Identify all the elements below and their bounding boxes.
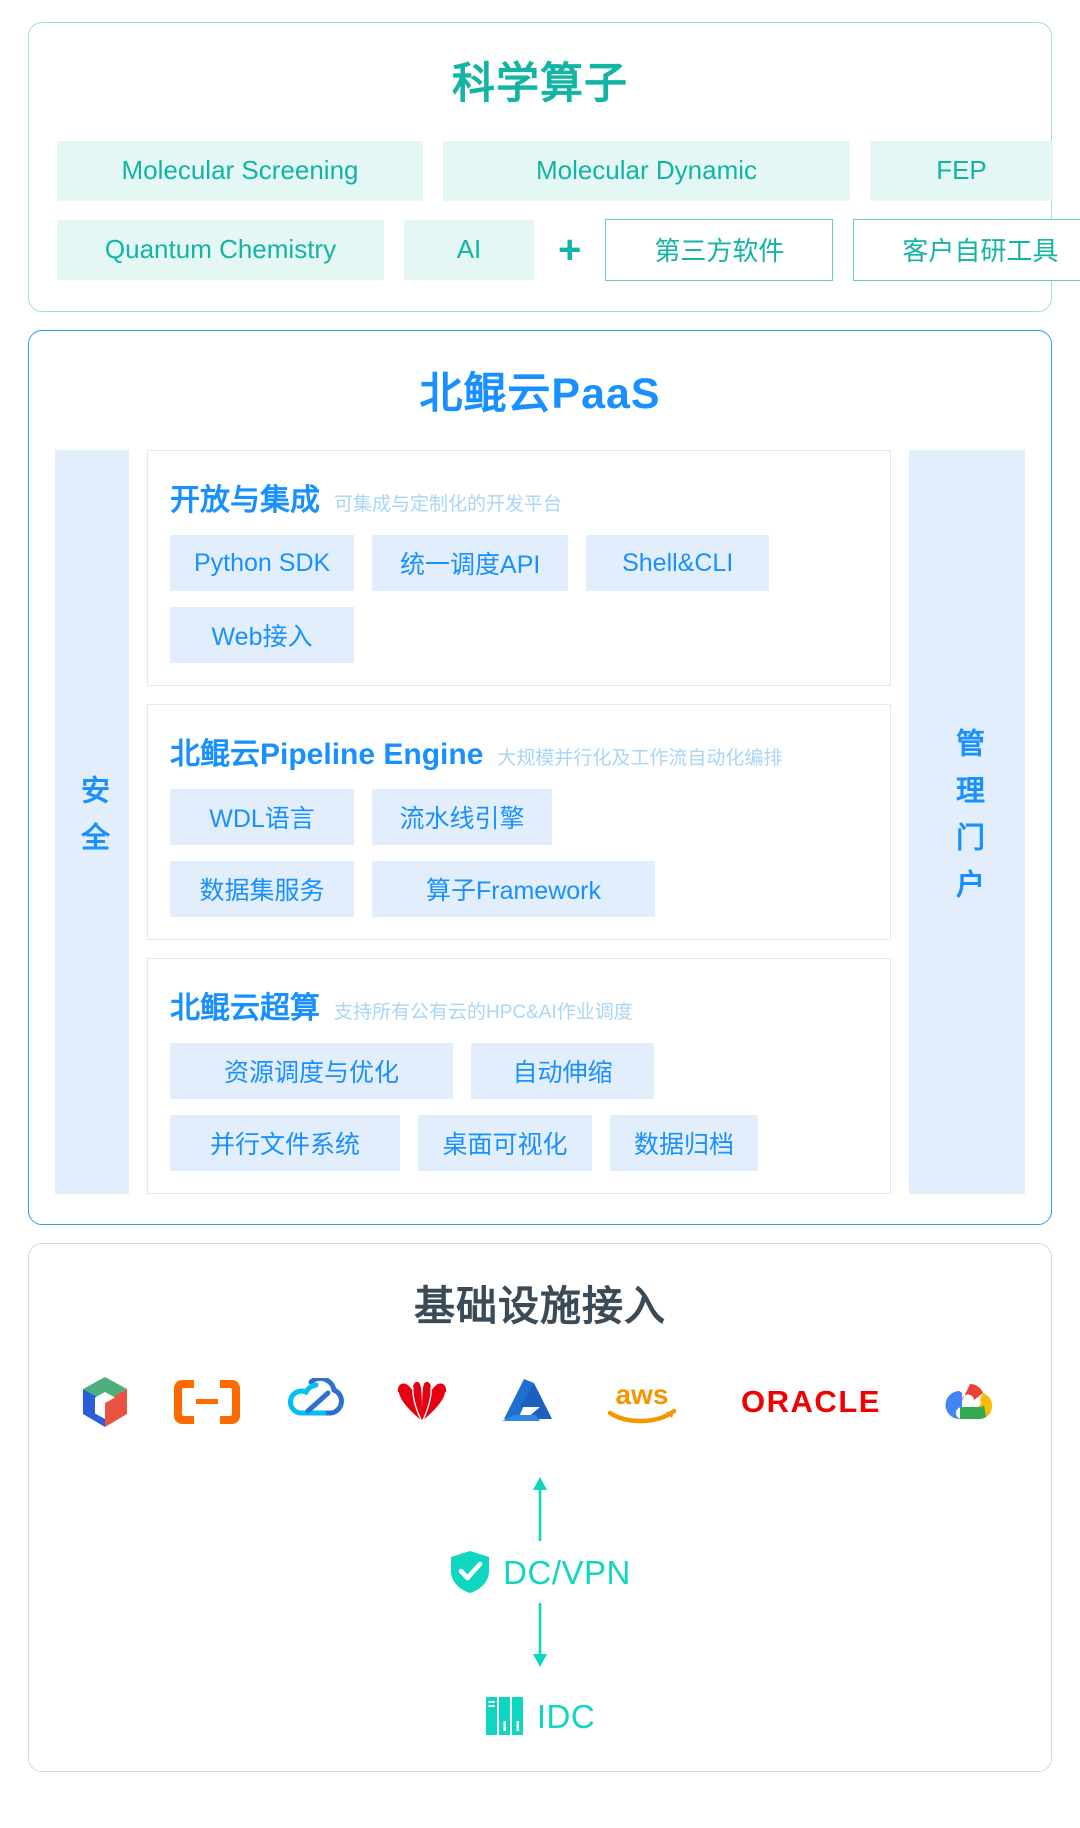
security-column-label: 安全 <box>76 775 109 870</box>
server-rack-icon <box>485 1697 523 1736</box>
svg-text:ORACLE: ORACLE <box>741 1385 881 1419</box>
panel-open-integration-title: 开放与集成 <box>170 484 320 518</box>
panel-supercomputing-title: 北鲲云超算 <box>170 992 320 1026</box>
chip-fep[interactable]: FEP <box>870 140 1053 201</box>
connectivity-stack: DC/VPN IDC <box>57 1475 1023 1737</box>
panel-open-integration-row-2: Web接入 <box>170 607 868 664</box>
shield-check-icon <box>451 1551 490 1594</box>
infrastructure-title: 基础设施接入 <box>414 1283 666 1330</box>
cloud-provider-logos: aws ORACLE <box>57 1373 1023 1431</box>
panel-supercomputing: 北鲲云超算 支持所有公有云的HPC&AI作业调度 资源调度与优化 自动伸缩 并行… <box>147 958 891 1195</box>
panel-open-integration-head: 开放与集成 可集成与定制化的开发平台 <box>170 475 868 519</box>
panel-pipeline-engine-row-1: WDL语言 流水线引擎 <box>170 789 868 846</box>
google-cloud-logo[interactable] <box>940 1373 1000 1431</box>
microsoft-azure-logo[interactable] <box>496 1373 558 1431</box>
aws-logo[interactable]: aws <box>602 1373 682 1431</box>
chip-unified-scheduling-api[interactable]: 统一调度API <box>372 535 569 592</box>
chip-resource-scheduling-optimization[interactable]: 资源调度与优化 <box>170 1043 453 1100</box>
chip-parallel-file-system[interactable]: 并行文件系统 <box>170 1115 400 1172</box>
management-portal-column-label: 管理门户 <box>951 728 984 917</box>
volcano-engine-logo[interactable] <box>80 1373 130 1431</box>
chip-web-access[interactable]: Web接入 <box>170 607 354 664</box>
chip-third-party-software[interactable]: 第三方软件 <box>605 218 834 281</box>
arrow-up-icon <box>533 1477 547 1542</box>
infrastructure-card: 基础设施接入 aws ORACLE DC/VPN IDC <box>28 1243 1052 1773</box>
security-column: 安全 <box>55 450 129 1195</box>
panel-pipeline-engine-row-2: 数据集服务 算子Framework <box>170 861 868 918</box>
idc-label: IDC <box>536 1697 596 1735</box>
panel-pipeline-engine-title: 北鲲云Pipeline Engine <box>170 738 484 772</box>
panel-supercomputing-row-2: 并行文件系统 桌面可视化 数据归档 <box>170 1115 868 1172</box>
chip-molecular-dynamic[interactable]: Molecular Dynamic <box>443 140 850 201</box>
alibaba-cloud-logo[interactable] <box>174 1373 240 1431</box>
chip-molecular-screening[interactable]: Molecular Screening <box>57 140 423 201</box>
arrow-down-icon <box>533 1603 547 1668</box>
svg-text:aws: aws <box>616 1379 669 1410</box>
panel-open-integration: 开放与集成 可集成与定制化的开发平台 Python SDK 统一调度API Sh… <box>147 450 891 687</box>
idc-node: IDC <box>485 1695 595 1737</box>
panel-open-integration-subtitle: 可集成与定制化的开发平台 <box>334 494 563 516</box>
paas-title: 北鲲云PaaS <box>419 369 661 418</box>
chip-wdl-language[interactable]: WDL语言 <box>170 789 354 846</box>
dc-vpn-node: DC/VPN <box>449 1549 631 1595</box>
panel-supercomputing-subtitle: 支持所有公有云的HPC&AI作业调度 <box>334 1002 633 1024</box>
panel-supercomputing-row-1: 资源调度与优化 自动伸缩 <box>170 1043 868 1100</box>
chip-ai[interactable]: AI <box>404 219 534 280</box>
science-operators-card: 科学算子 Molecular Screening Molecular Dynam… <box>28 22 1080 312</box>
chip-shell-cli[interactable]: Shell&CLI <box>586 535 770 592</box>
science-row-2: Quantum Chemistry AI + 第三方软件 客户自研工具 <box>57 218 1080 281</box>
tencent-cloud-logo[interactable] <box>284 1373 348 1431</box>
paas-body: 安全 开放与集成 可集成与定制化的开发平台 Python SDK 统一调度API… <box>55 450 1025 1195</box>
chip-auto-scaling[interactable]: 自动伸缩 <box>471 1043 654 1100</box>
paas-card: 北鲲云PaaS 安全 开放与集成 可集成与定制化的开发平台 Python SDK… <box>28 329 1052 1226</box>
oracle-logo[interactable]: ORACLE <box>726 1373 896 1431</box>
architecture-diagram: 科学算子 Molecular Screening Molecular Dynam… <box>0 0 1080 1828</box>
plus-icon: + <box>558 227 582 272</box>
chip-data-archiving[interactable]: 数据归档 <box>610 1115 759 1172</box>
chip-customer-self-developed-tools[interactable]: 客户自研工具 <box>853 218 1080 281</box>
panel-pipeline-engine-head: 北鲲云Pipeline Engine 大规模并行化及工作流自动化编排 <box>170 729 868 773</box>
science-row-1: Molecular Screening Molecular Dynamic FE… <box>57 140 1053 201</box>
management-portal-column: 管理门户 <box>909 450 1025 1195</box>
chip-desktop-visualization[interactable]: 桌面可视化 <box>418 1115 592 1172</box>
chip-operator-framework[interactable]: 算子Framework <box>372 861 655 918</box>
panel-open-integration-row-1: Python SDK 统一调度API Shell&CLI <box>170 535 868 592</box>
huawei-logo[interactable] <box>392 1373 452 1431</box>
dc-vpn-label: DC/VPN <box>503 1553 631 1591</box>
panel-pipeline-engine-subtitle: 大规模并行化及工作流自动化编排 <box>497 748 783 770</box>
paas-panels: 开放与集成 可集成与定制化的开发平台 Python SDK 统一调度API Sh… <box>147 450 891 1195</box>
panel-supercomputing-head: 北鲲云超算 支持所有公有云的HPC&AI作业调度 <box>170 983 868 1027</box>
panel-pipeline-engine: 北鲲云Pipeline Engine 大规模并行化及工作流自动化编排 WDL语言… <box>147 704 891 941</box>
chip-python-sdk[interactable]: Python SDK <box>170 535 355 592</box>
chip-pipeline-engine[interactable]: 流水线引擎 <box>372 789 552 846</box>
science-operators-title: 科学算子 <box>452 60 628 108</box>
chip-quantum-chemistry[interactable]: Quantum Chemistry <box>57 219 384 280</box>
chip-dataset-service[interactable]: 数据集服务 <box>170 861 354 918</box>
